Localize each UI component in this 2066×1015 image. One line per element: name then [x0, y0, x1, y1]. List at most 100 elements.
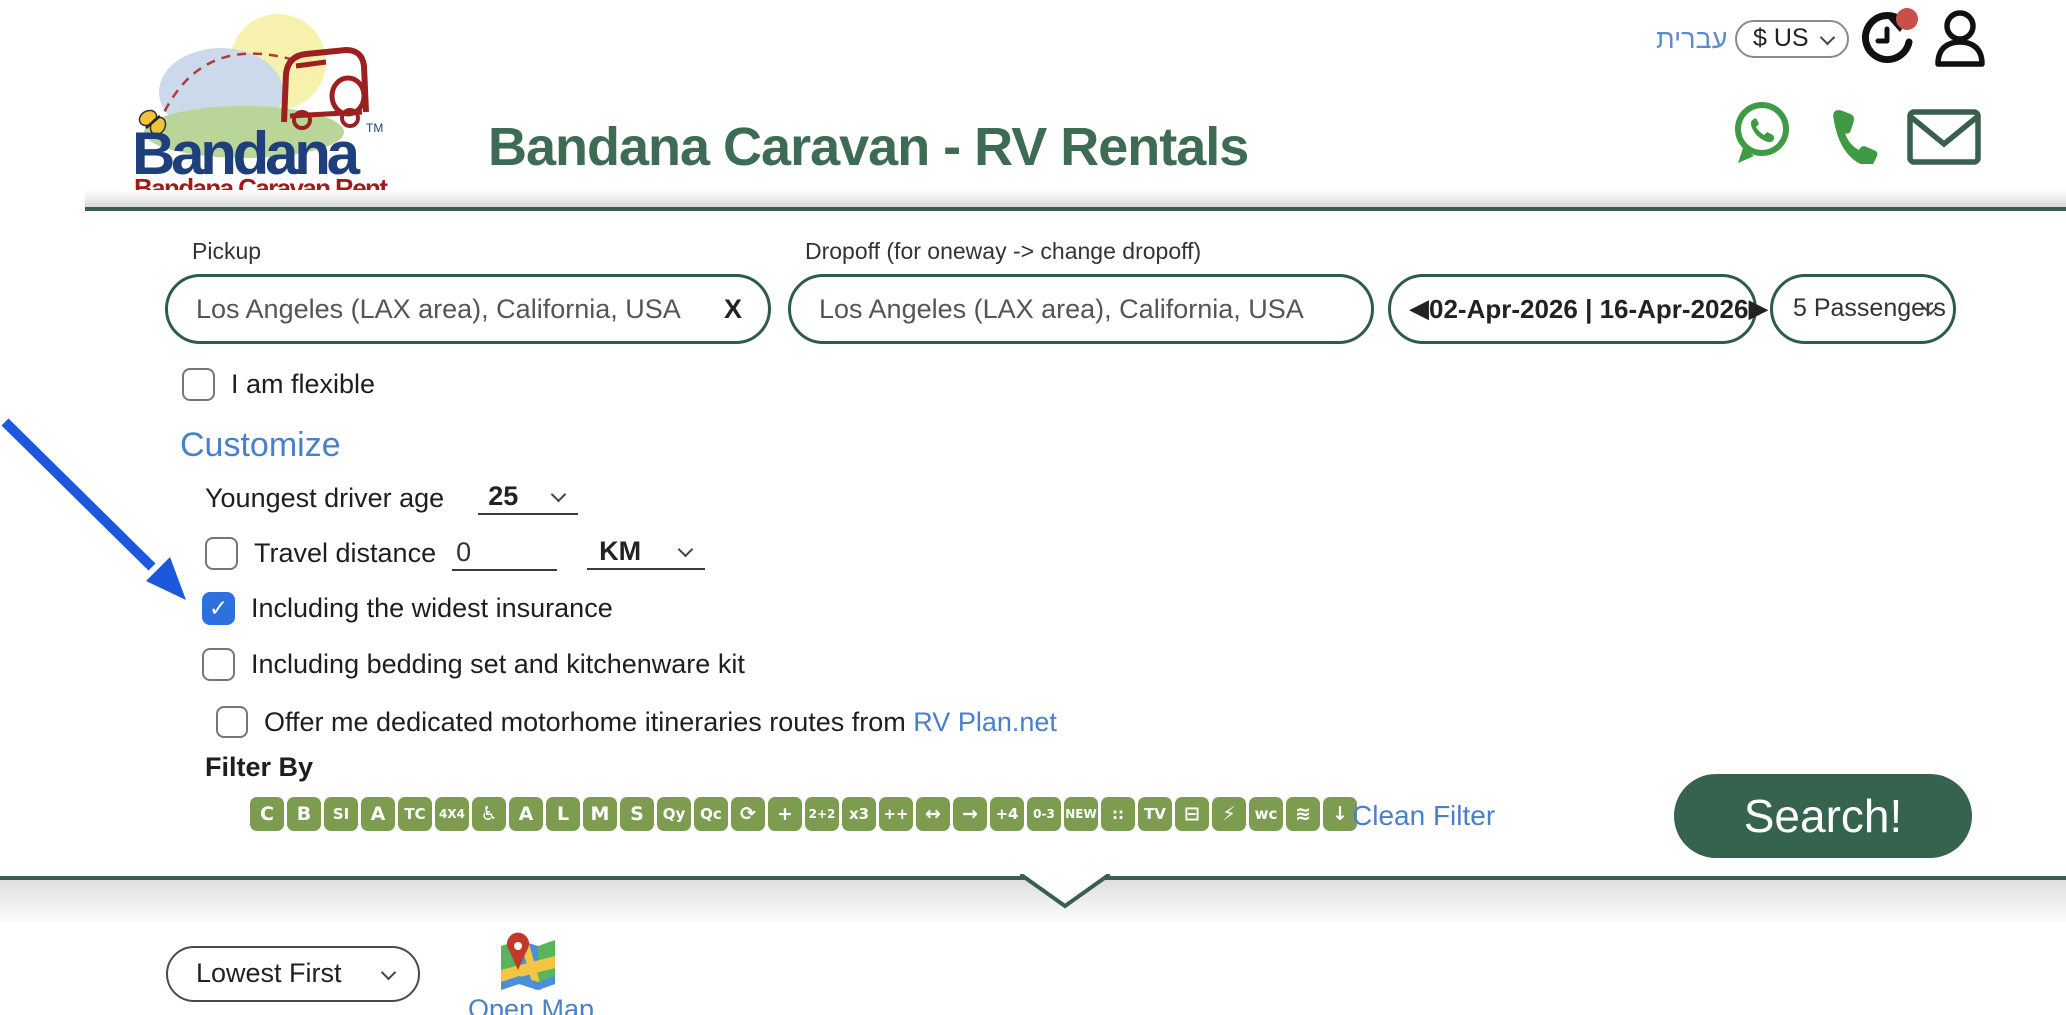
next-dates-icon[interactable]: ▶ — [1748, 294, 1768, 324]
filter-glyph: ⊟ — [1184, 803, 1200, 825]
date-range-picker[interactable]: ◀ 02-Apr-2026 | 16-Apr-2026 ▶ — [1388, 274, 1757, 344]
divider-notch — [1020, 874, 1110, 910]
language-link-hebrew[interactable]: עברית — [1656, 24, 1727, 55]
filter-sleeps-x3-icon[interactable]: x3 — [842, 797, 876, 831]
insurance-checkbox[interactable]: ✓ — [202, 592, 235, 625]
bedding-label: Including bedding set and kitchenware ki… — [251, 649, 745, 680]
driver-age-label: Youngest driver age — [205, 483, 444, 514]
filter-quality-y-icon[interactable]: Qy — [657, 797, 691, 831]
clear-pickup-icon[interactable]: X — [724, 294, 742, 325]
filter-glyph: ⟳ — [740, 803, 756, 825]
open-map-link[interactable]: Open Map — [468, 994, 594, 1015]
filter-plus-4-seats-icon[interactable]: +4 — [990, 797, 1024, 831]
bandana-rv-rentals-page: Bandana TM Bandana Caravan Rent Bandana … — [0, 0, 2066, 1015]
filter-one-way-icon[interactable]: → — [953, 797, 987, 831]
filter-glyph: wc — [1255, 805, 1278, 823]
sort-select-wrap: Lowest First — [166, 946, 420, 1002]
previous-dates-icon[interactable]: ◀ — [1409, 294, 1429, 324]
filter-glyph: ≋ — [1295, 803, 1311, 825]
logo-tm: TM — [366, 121, 383, 135]
filter-driver-plus-icon[interactable]: + — [768, 797, 802, 831]
history-icon[interactable] — [1856, 6, 1922, 72]
clean-filter-link[interactable]: Clean Filter — [1352, 800, 1495, 832]
travel-distance-checkbox[interactable] — [205, 537, 238, 570]
map-icon[interactable] — [498, 930, 558, 992]
filter-age-0-3-icon[interactable]: 0-3 — [1027, 797, 1061, 831]
travel-distance-label: Travel distance — [254, 538, 436, 569]
filter-glyph: 2+2 — [809, 807, 836, 821]
distance-unit-select[interactable]: KM — [587, 534, 705, 570]
bandana-logo[interactable]: Bandana TM Bandana Caravan Rent — [126, 4, 396, 202]
annotation-arrow — [0, 412, 210, 617]
filter-glyph: x3 — [849, 805, 869, 823]
sort-select[interactable]: Lowest First — [166, 946, 420, 1002]
filter-glyph: A — [519, 803, 534, 825]
filter-class-b-icon[interactable]: B — [287, 797, 321, 831]
pickup-label: Pickup — [192, 238, 261, 265]
dropoff-input[interactable]: Los Angeles (LAX area), California, USA — [788, 274, 1374, 344]
filter-glyph: SI — [333, 805, 349, 823]
filter-class-c-icon[interactable]: C — [250, 797, 284, 831]
filter-glyph: ↓ — [1332, 803, 1348, 825]
whatsapp-icon[interactable] — [1730, 100, 1792, 166]
filter-glyph: 0-3 — [1033, 807, 1055, 821]
customize-link[interactable]: Customize — [180, 426, 341, 465]
filter-glyph: Qc — [700, 805, 722, 823]
filter-glyph: :: — [1112, 805, 1124, 823]
date-range-value: 02-Apr-2026 | 16-Apr-2026 — [1429, 294, 1748, 325]
filter-glyph: 4X4 — [439, 807, 465, 821]
filter-medium-rv-icon[interactable]: M — [583, 797, 617, 831]
filter-glyph: ♿ — [480, 803, 497, 825]
routes-checkbox[interactable] — [216, 706, 248, 738]
bedding-row: Including bedding set and kitchenware ki… — [202, 648, 745, 681]
filter-sleeps-2plus2-icon[interactable]: 2+2 — [805, 797, 839, 831]
account-icon[interactable] — [1928, 6, 1992, 72]
passengers-select[interactable]: 5 Passengers — [1770, 274, 1956, 344]
filter-vehicle-length-icon[interactable]: ↔ — [916, 797, 950, 831]
filter-small-rv-icon[interactable]: S — [620, 797, 654, 831]
filter-new-vehicle-icon[interactable]: NEW — [1064, 797, 1098, 831]
rv-plan-link[interactable]: RV Plan.net — [913, 707, 1057, 737]
filter-class-si-icon[interactable]: SI — [324, 797, 358, 831]
distance-unit-select-wrap: KM — [587, 534, 705, 572]
filter-class-a-icon[interactable]: A — [361, 797, 395, 831]
filter-family-plus-icon[interactable]: ++ — [879, 797, 913, 831]
filter-automatic-transmission-icon[interactable]: A — [509, 797, 543, 831]
page-title: Bandana Caravan - RV Rentals — [488, 116, 1288, 178]
filter-glyph: Qy — [663, 805, 686, 823]
dropoff-value: Los Angeles (LAX area), California, USA — [819, 294, 1304, 325]
filter-tv-icon[interactable]: TV — [1138, 797, 1172, 831]
filter-4x4-icon[interactable]: 4X4 — [435, 797, 469, 831]
filter-360-rotation-icon[interactable]: ⟳ — [731, 797, 765, 831]
filter-quality-c-icon[interactable]: Qc — [694, 797, 728, 831]
travel-distance-row: Travel distance KM — [205, 534, 705, 572]
filter-glyph: → — [962, 803, 978, 825]
filter-pets-allowed-icon[interactable]: :: — [1101, 797, 1135, 831]
driver-age-select-wrap: 25 — [478, 479, 578, 517]
filter-wheelchair-accessible-icon[interactable]: ♿ — [472, 797, 506, 831]
flexible-checkbox[interactable] — [182, 368, 215, 401]
currency-select[interactable]: $ US — [1735, 20, 1849, 58]
search-button[interactable]: Search! — [1674, 774, 1972, 858]
filter-glyph: + — [777, 803, 793, 825]
flexible-row: I am flexible — [182, 368, 375, 401]
filter-shower-icon[interactable]: ≋ — [1286, 797, 1320, 831]
bedding-checkbox[interactable] — [202, 648, 235, 681]
filter-large-rv-icon[interactable]: L — [546, 797, 580, 831]
phone-icon[interactable] — [1824, 104, 1884, 164]
email-icon[interactable] — [1906, 108, 1982, 166]
filter-power-icon[interactable]: ⚡ — [1212, 797, 1246, 831]
filter-glyph: ⚡ — [1222, 803, 1235, 825]
travel-distance-input[interactable] — [452, 535, 557, 571]
driver-age-row: Youngest driver age 25 — [205, 479, 578, 517]
insurance-label: Including the widest insurance — [251, 593, 613, 624]
filter-toilet-icon[interactable]: wc — [1249, 797, 1283, 831]
filter-truck-camper-icon[interactable]: TC — [398, 797, 432, 831]
filter-glyph: NEW — [1065, 807, 1096, 821]
filter-glyph: S — [630, 803, 644, 825]
filter-icons: CBSIATC4X4♿ALMSQyQc⟳+2+2x3++↔→+40-3NEW::… — [250, 797, 1357, 831]
pickup-input[interactable]: Los Angeles (LAX area), California, USA … — [165, 274, 771, 344]
flexible-label: I am flexible — [231, 369, 375, 400]
driver-age-select[interactable]: 25 — [478, 479, 578, 515]
filter-bed-icon[interactable]: ⊟ — [1175, 797, 1209, 831]
